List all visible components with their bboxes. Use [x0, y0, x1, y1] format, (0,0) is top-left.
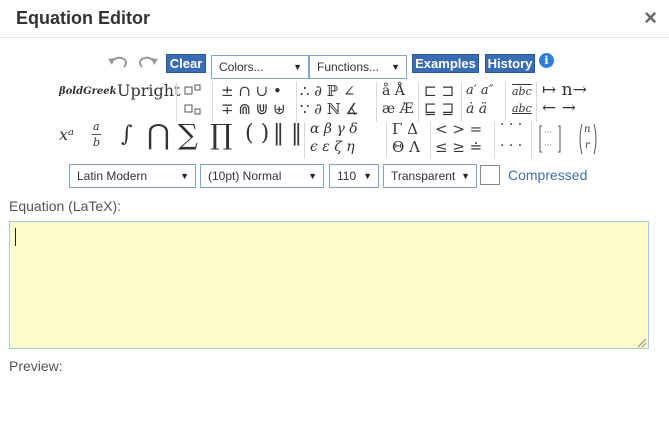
undo-icon[interactable] — [106, 53, 130, 71]
compressed-checkbox[interactable] — [480, 165, 500, 185]
chevron-down-icon: ▼ — [363, 171, 372, 181]
history-button[interactable]: History — [485, 54, 535, 73]
colors-select-value: Colors... — [219, 60, 264, 74]
ops-row-2[interactable]: ∓ ⋒ ⋓ ⊎ — [221, 102, 286, 117]
equation-input[interactable] — [9, 221, 649, 349]
palette-divider — [176, 82, 177, 122]
palette-divider — [296, 82, 297, 122]
font-select-value: Latin Modern — [77, 169, 148, 183]
preview-label: Preview: — [9, 358, 63, 374]
palette-divider — [376, 82, 377, 122]
arrow-row-2[interactable]: ← → — [542, 100, 576, 117]
background-select[interactable]: Transparent ▼ — [383, 164, 477, 188]
functions-select[interactable]: Functions... ▼ — [309, 55, 407, 79]
subsup-boxes-icon[interactable] — [183, 84, 207, 120]
superscript-button[interactable]: xᵃ — [59, 127, 74, 143]
norm-button[interactable]: ‖ ‖ — [273, 123, 302, 145]
bigcap-button[interactable]: ⋂ — [147, 121, 170, 149]
relation-row-2[interactable]: ≤ ≥ ≐ — [435, 140, 482, 155]
arrow-row-1[interactable]: ↦ n→ — [542, 82, 587, 99]
overbrace-abc-button[interactable]: abc — [512, 86, 532, 97]
compressed-label[interactable]: Compressed — [508, 167, 587, 183]
resize-handle-icon[interactable] — [635, 336, 647, 348]
info-icon[interactable]: i — [539, 53, 554, 68]
svg-text:···: ··· — [544, 141, 552, 150]
fraction-numerator[interactable]: a — [93, 121, 100, 132]
text-caret — [15, 228, 16, 246]
close-icon[interactable]: × — [644, 5, 657, 31]
preview-area — [9, 378, 649, 438]
binomial-r: r — [585, 140, 590, 151]
font-select[interactable]: Latin Modern ▼ — [69, 164, 196, 188]
examples-button[interactable]: Examples — [412, 54, 479, 73]
parentheses-button[interactable]: ( ) — [245, 123, 269, 145]
capital-greek-row-1[interactable]: Γ Δ — [392, 122, 418, 137]
sum-button[interactable]: ∑ — [178, 121, 198, 149]
palette-divider — [418, 82, 419, 122]
product-button[interactable]: ∏ — [210, 121, 232, 149]
palette-divider — [386, 122, 387, 158]
palette-divider — [212, 82, 213, 122]
palette-divider — [430, 122, 431, 158]
capital-greek-row-2[interactable]: Θ Λ — [392, 140, 420, 155]
subset-row-1[interactable]: ⊏ ⊐ — [424, 84, 454, 99]
dpi-select-value: 110 — [337, 169, 357, 183]
accent-row-1[interactable]: å Å — [382, 84, 405, 98]
greek-row-2[interactable]: ϵ ε ζ η — [310, 140, 355, 154]
palette-divider — [505, 82, 506, 122]
svg-text:···: ··· — [544, 128, 552, 137]
integral-button[interactable]: ∫ — [121, 124, 132, 146]
fraction-denominator: b — [93, 136, 101, 149]
boldgreek-style-button[interactable]: 𝜷𝒐𝒍𝒅𝑮𝒓𝒆𝒆𝒌 — [59, 87, 117, 97]
fraction-bar — [92, 134, 101, 135]
redo-icon[interactable] — [136, 53, 160, 71]
underbrace-abc-button[interactable]: abc — [512, 103, 532, 114]
colors-select[interactable]: Colors... ▼ — [211, 55, 309, 79]
chevron-down-icon: ▼ — [461, 171, 470, 181]
misc-row-1[interactable]: ∴ ∂ ℙ ∠ — [300, 84, 355, 99]
chevron-down-icon: ▼ — [180, 171, 189, 181]
chevron-down-icon: ▼ — [391, 62, 400, 72]
prime-row-1[interactable]: a′ a″ — [466, 84, 493, 97]
equation-label: Equation (LaTeX): — [9, 198, 122, 214]
background-select-value: Transparent — [391, 169, 456, 183]
ops-row-1[interactable]: ± ∩ ∪ • — [221, 84, 282, 99]
misc-row-2[interactable]: ∵ ∂ ℕ ∡ — [300, 102, 359, 117]
dpi-select[interactable]: 110 ▼ — [329, 164, 379, 188]
functions-select-value: Functions... — [317, 60, 380, 74]
size-select[interactable]: (10pt) Normal ▼ — [200, 164, 324, 188]
dialog-header: Equation Editor × — [0, 0, 669, 38]
clear-button[interactable]: Clear — [166, 54, 206, 73]
chevron-down-icon: ▼ — [293, 62, 302, 72]
binomial-n: n — [584, 124, 591, 135]
palette-divider — [531, 122, 532, 158]
palette-divider — [536, 82, 537, 122]
palette-divider — [304, 122, 305, 158]
matrix-icon[interactable]: ··· ··· — [538, 124, 562, 154]
accent-row-2[interactable]: æ Æ — [382, 102, 414, 116]
palette-divider — [461, 82, 462, 122]
dots-row-1[interactable]: · · · — [500, 118, 522, 132]
chevron-down-icon: ▼ — [308, 171, 317, 181]
relation-row-1[interactable]: < > = — [435, 122, 482, 137]
dialog-title: Equation Editor — [16, 8, 150, 28]
dots-row-2[interactable]: · · · — [500, 139, 522, 153]
dot-accent-row-2[interactable]: ȧ ä — [466, 102, 487, 116]
size-select-value: (10pt) Normal — [208, 169, 282, 183]
greek-row-1[interactable]: α β γ δ — [310, 122, 358, 136]
subset-row-2[interactable]: ⊑ ⊒ — [424, 102, 454, 117]
palette-divider — [494, 122, 495, 158]
upright-style-button[interactable]: Upright — [117, 83, 180, 99]
